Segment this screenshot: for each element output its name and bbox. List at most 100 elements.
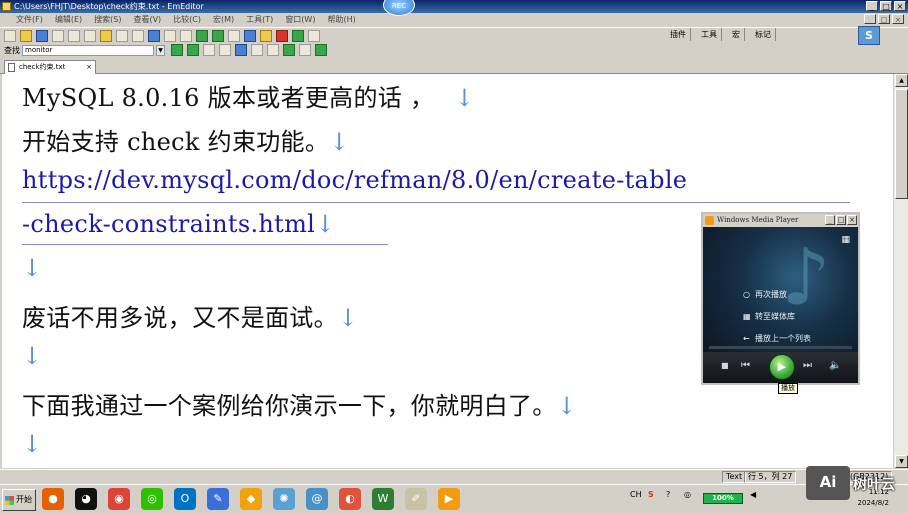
open-folder-icon[interactable] xyxy=(20,29,32,42)
plugins-menu[interactable]: 插件 xyxy=(666,28,691,41)
scroll-up-icon[interactable]: ▲ xyxy=(895,74,908,87)
replace-icon[interactable] xyxy=(164,29,176,42)
menu-compare[interactable]: 比较(C) xyxy=(167,14,207,25)
window-layout-icon[interactable] xyxy=(196,29,208,42)
antivirus-tray-icon[interactable]: S xyxy=(648,490,654,499)
undo-icon[interactable] xyxy=(116,29,128,42)
macro-menu[interactable]: 宏 xyxy=(728,28,745,41)
url-text[interactable]: -check-constraints.html xyxy=(22,210,315,238)
find-input[interactable]: monitor xyxy=(22,44,154,56)
switch-to-library-icon[interactable]: ▦ xyxy=(841,235,850,245)
menu-macro[interactable]: 宏(M) xyxy=(207,14,240,25)
escape-seq-icon[interactable] xyxy=(267,44,279,56)
media-player-window[interactable]: Windows Media Player _ □ × ♪ ▦ ○ 再次播放 ▦ 转至… xyxy=(701,212,860,385)
menu-tools[interactable]: 工具(T) xyxy=(240,14,279,25)
firefox-taskbar-icon[interactable]: ● xyxy=(42,488,64,510)
media-player-title-bar[interactable]: Windows Media Player _ □ × xyxy=(703,214,858,227)
menu-edit[interactable]: 编辑(E) xyxy=(49,14,88,25)
watermark-ai-badge: Ai xyxy=(806,466,850,500)
volume-icon[interactable]: 🔈 xyxy=(829,360,841,371)
back-arrow-icon: ← xyxy=(743,334,750,343)
next-track-icon[interactable]: ⏭ xyxy=(803,360,812,371)
shield-taskbar-icon[interactable]: ◆ xyxy=(240,488,262,510)
find-label: 查找 xyxy=(4,45,20,55)
battery-indicator[interactable]: 100% xyxy=(703,493,743,504)
doc-minimize-button[interactable]: _ xyxy=(864,14,876,24)
save-icon[interactable] xyxy=(36,29,48,42)
replace-all-icon[interactable] xyxy=(299,44,311,56)
wmp-maximize-button[interactable]: □ xyxy=(836,215,846,225)
replay-menu-item[interactable]: ○ 再次播放 xyxy=(743,289,787,300)
record-macro-icon[interactable] xyxy=(276,29,288,42)
doc-restore-button[interactable]: □ xyxy=(878,14,890,24)
marker-menu[interactable]: 标记 xyxy=(751,28,776,41)
plugin-icon[interactable] xyxy=(308,29,320,42)
seek-bar[interactable] xyxy=(709,346,852,349)
find-previous-icon[interactable] xyxy=(187,44,199,56)
bird-taskbar-icon[interactable]: ◐ xyxy=(339,488,361,510)
url-text[interactable]: https://dev.mysql.com/doc/refman/8.0/en/… xyxy=(22,166,687,194)
minimize-button[interactable]: _ xyxy=(866,1,878,11)
outlook-taskbar-icon[interactable]: O xyxy=(174,488,196,510)
match-case-icon[interactable] xyxy=(251,44,263,56)
sound-tray-icon[interactable]: ◀ xyxy=(750,490,756,499)
chrome-taskbar-icon[interactable]: ◉ xyxy=(108,488,130,510)
find-icon[interactable] xyxy=(148,29,160,42)
player-taskbar-icon[interactable]: ▶ xyxy=(438,488,460,510)
qq-taskbar-icon[interactable]: ◕ xyxy=(75,488,97,510)
copy-icon[interactable] xyxy=(84,29,96,42)
menu-search[interactable]: 搜索(S) xyxy=(88,14,127,25)
scroll-thumb[interactable] xyxy=(895,89,908,199)
watermark-text: 树叶云 xyxy=(853,477,895,493)
new-file-icon[interactable] xyxy=(4,29,16,42)
start-button[interactable]: 开始 xyxy=(2,489,36,511)
previous-track-icon[interactable]: ⏮ xyxy=(741,360,750,371)
doc-close-button[interactable]: × xyxy=(892,14,904,24)
word-taskbar-icon[interactable]: W xyxy=(372,488,394,510)
search-options-icon[interactable] xyxy=(235,44,247,56)
split-window-icon[interactable] xyxy=(212,29,224,42)
at-taskbar-icon[interactable]: @ xyxy=(306,488,328,510)
find-next-icon[interactable] xyxy=(171,44,183,56)
ime-indicator[interactable]: CH xyxy=(630,490,642,499)
configuration-icon[interactable] xyxy=(244,29,256,42)
close-button[interactable]: × xyxy=(894,1,906,11)
play-button[interactable]: ▶ xyxy=(769,354,795,380)
pen-taskbar-icon[interactable]: ✎ xyxy=(207,488,229,510)
menu-file[interactable]: 文件(F) xyxy=(10,14,49,25)
wmp-close-button[interactable]: × xyxy=(847,215,857,225)
tools-menu[interactable]: 工具 xyxy=(697,28,722,41)
wmp-minimize-button[interactable]: _ xyxy=(825,215,835,225)
editor-line-4-url[interactable]: -check-constraints.html↓ xyxy=(22,210,336,238)
menu-view[interactable]: 查看(V) xyxy=(127,14,167,25)
go-icon[interactable] xyxy=(315,44,327,56)
vertical-scrollbar[interactable]: ▲ ▼ xyxy=(893,74,908,468)
find-dropdown-icon[interactable]: ▼ xyxy=(156,44,165,56)
run-macro-icon[interactable] xyxy=(292,29,304,42)
highlight-icon[interactable] xyxy=(203,44,215,56)
goto-library-menu-item[interactable]: ▦ 转至媒体库 xyxy=(743,311,795,322)
menu-help[interactable]: 帮助(H) xyxy=(321,14,361,25)
maximize-button[interactable]: □ xyxy=(880,1,892,11)
network-tray-icon[interactable]: ◎ xyxy=(684,490,691,499)
print-icon[interactable] xyxy=(52,29,64,42)
find-in-files-icon[interactable] xyxy=(180,29,192,42)
editor-line-3-url[interactable]: https://dev.mysql.com/doc/refman/8.0/en/… xyxy=(22,166,687,194)
help-tray-icon[interactable]: ? xyxy=(666,490,670,499)
tab-close-icon[interactable]: × xyxy=(86,61,92,73)
stop-icon[interactable]: ■ xyxy=(721,361,729,370)
notes-taskbar-icon[interactable]: ✐ xyxy=(405,488,427,510)
wechat-taskbar-icon[interactable]: ◎ xyxy=(141,488,163,510)
cut-icon[interactable] xyxy=(68,29,80,42)
regex-icon[interactable] xyxy=(219,44,231,56)
swirl-taskbar-icon[interactable]: ✺ xyxy=(273,488,295,510)
play-previous-list-menu-item[interactable]: ← 播放上一个列表 xyxy=(743,333,811,344)
word-wrap-icon[interactable] xyxy=(228,29,240,42)
font-icon[interactable] xyxy=(260,29,272,42)
tab-check-txt[interactable]: check约束.txt × xyxy=(4,60,96,74)
find-all-icon[interactable] xyxy=(283,44,295,56)
redo-icon[interactable] xyxy=(132,29,144,42)
toolbar-labels: 插件 工具 宏 标记 xyxy=(666,28,776,41)
menu-window[interactable]: 窗口(W) xyxy=(279,14,321,25)
paste-icon[interactable] xyxy=(100,29,112,42)
